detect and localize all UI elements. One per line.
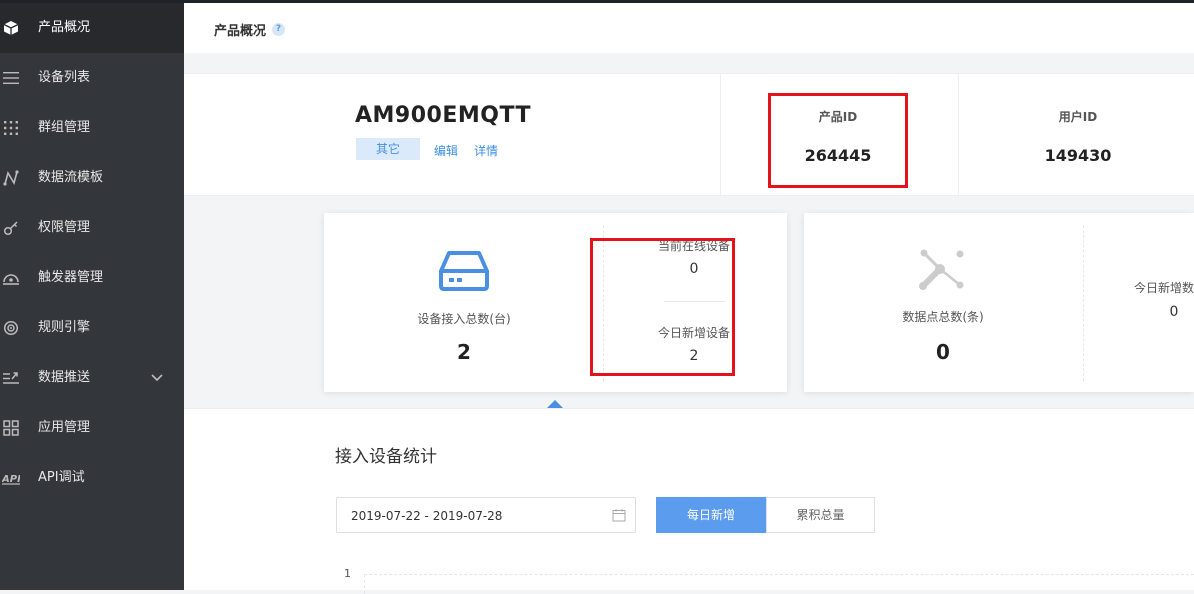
sidebar-item-label: 产品概况 xyxy=(38,20,91,35)
chevron-down-icon[interactable] xyxy=(150,372,164,384)
sidebar-item-label: 设备列表 xyxy=(38,70,91,85)
divider xyxy=(1083,225,1084,381)
datapoints-card[interactable]: 数据点总数(条) 0 今日新增数 0 xyxy=(804,213,1194,392)
sidebar: 产品概况 设备列表 群组管理 数据流模板 权限管理 触发器管理 规则引擎 数据推… xyxy=(0,0,184,590)
sidebar-item-permission-management[interactable]: 权限管理 xyxy=(0,203,184,253)
y-tick-label: 1 xyxy=(344,567,351,580)
cube-icon xyxy=(2,19,20,37)
sidebar-item-data-push[interactable]: 数据推送 xyxy=(0,353,184,403)
detail-link[interactable]: 详情 xyxy=(474,142,498,159)
sidebar-item-group-management[interactable]: 群组管理 xyxy=(0,103,184,153)
sidebar-item-label: 群组管理 xyxy=(38,120,91,135)
flow-icon xyxy=(2,169,20,187)
grid-dots-icon xyxy=(2,119,20,137)
window-top-border xyxy=(0,0,1194,3)
date-range-value: 2019-07-22 - 2019-07-28 xyxy=(351,509,503,523)
product-name: AM900EMQTT xyxy=(355,103,531,128)
user-id-value: 149430 xyxy=(1044,146,1112,165)
date-range-picker[interactable]: 2019-07-22 - 2019-07-28 xyxy=(336,497,636,533)
device-stats-chart: 1 xyxy=(334,564,1194,594)
cumulative-total-button[interactable]: 累积总量 xyxy=(766,497,875,533)
sidebar-item-rule-engine[interactable]: 规则引擎 xyxy=(0,303,184,353)
sidebar-item-product-overview[interactable]: 产品概况 xyxy=(0,3,184,53)
page-title: 产品概况 xyxy=(214,24,267,39)
edit-link[interactable]: 编辑 xyxy=(434,142,458,159)
product-info-band: AM900EMQTT 其它 编辑 详情 产品ID 264445 用户ID 149… xyxy=(184,73,1194,196)
total-devices-label: 设备接入总数(台) xyxy=(417,312,511,326)
divider xyxy=(958,74,959,196)
sidebar-item-label: API调试 xyxy=(38,470,85,485)
highlight-box-total-devices xyxy=(590,238,735,376)
total-devices-value: 2 xyxy=(457,340,471,364)
total-datapoints-label: 数据点总数(条) xyxy=(902,310,984,324)
key-icon xyxy=(2,219,20,237)
sidebar-item-trigger-management[interactable]: 触发器管理 xyxy=(0,253,184,303)
rule-icon xyxy=(2,319,20,337)
user-id-label: 用户ID xyxy=(1058,110,1098,124)
total-datapoints-value: 0 xyxy=(936,340,950,364)
new-datapoints-today-value: 0 xyxy=(1169,304,1179,320)
sidebar-item-label: 应用管理 xyxy=(38,420,91,435)
daily-new-button[interactable]: 每日新增 xyxy=(656,497,766,533)
trigger-icon xyxy=(2,269,20,287)
device-stats-section: 接入设备统计 2019-07-22 - 2019-07-28 每日新增 累积总量… xyxy=(184,408,1194,594)
sidebar-item-api-debug[interactable]: API API调试 xyxy=(0,453,184,503)
sidebar-item-label: 规则引擎 xyxy=(38,320,91,335)
apps-icon xyxy=(2,419,20,437)
push-icon xyxy=(2,369,20,387)
product-category-tag: 其它 xyxy=(356,138,420,160)
api-icon: API xyxy=(2,469,20,487)
selected-card-pointer xyxy=(547,400,563,408)
y-axis xyxy=(364,574,365,594)
sidebar-item-label: 数据流模板 xyxy=(38,170,104,185)
sidebar-item-label: 权限管理 xyxy=(38,220,91,235)
help-icon[interactable]: ? xyxy=(272,23,285,36)
main-content: 产品概况 ? AM900EMQTT 其它 编辑 详情 产品ID 264445 用… xyxy=(184,0,1194,594)
svg-text:API: API xyxy=(2,474,20,485)
new-datapoints-today-label: 今日新增数 xyxy=(1134,281,1194,295)
list-icon xyxy=(2,69,20,87)
sidebar-item-device-list[interactable]: 设备列表 xyxy=(0,53,184,103)
section-title: 接入设备统计 xyxy=(335,447,437,467)
device-icon xyxy=(438,249,490,291)
sidebar-item-app-management[interactable]: 应用管理 xyxy=(0,403,184,453)
highlight-box-product-id xyxy=(768,93,908,188)
grid-line xyxy=(364,574,1194,575)
sidebar-item-datastream-template[interactable]: 数据流模板 xyxy=(0,153,184,203)
sidebar-item-label: 触发器管理 xyxy=(38,270,104,285)
datapoint-icon xyxy=(918,247,968,293)
calendar-icon[interactable] xyxy=(612,508,626,522)
divider xyxy=(720,74,721,196)
page-header: 产品概况 ? xyxy=(184,3,1194,53)
sidebar-item-label: 数据推送 xyxy=(38,370,91,385)
